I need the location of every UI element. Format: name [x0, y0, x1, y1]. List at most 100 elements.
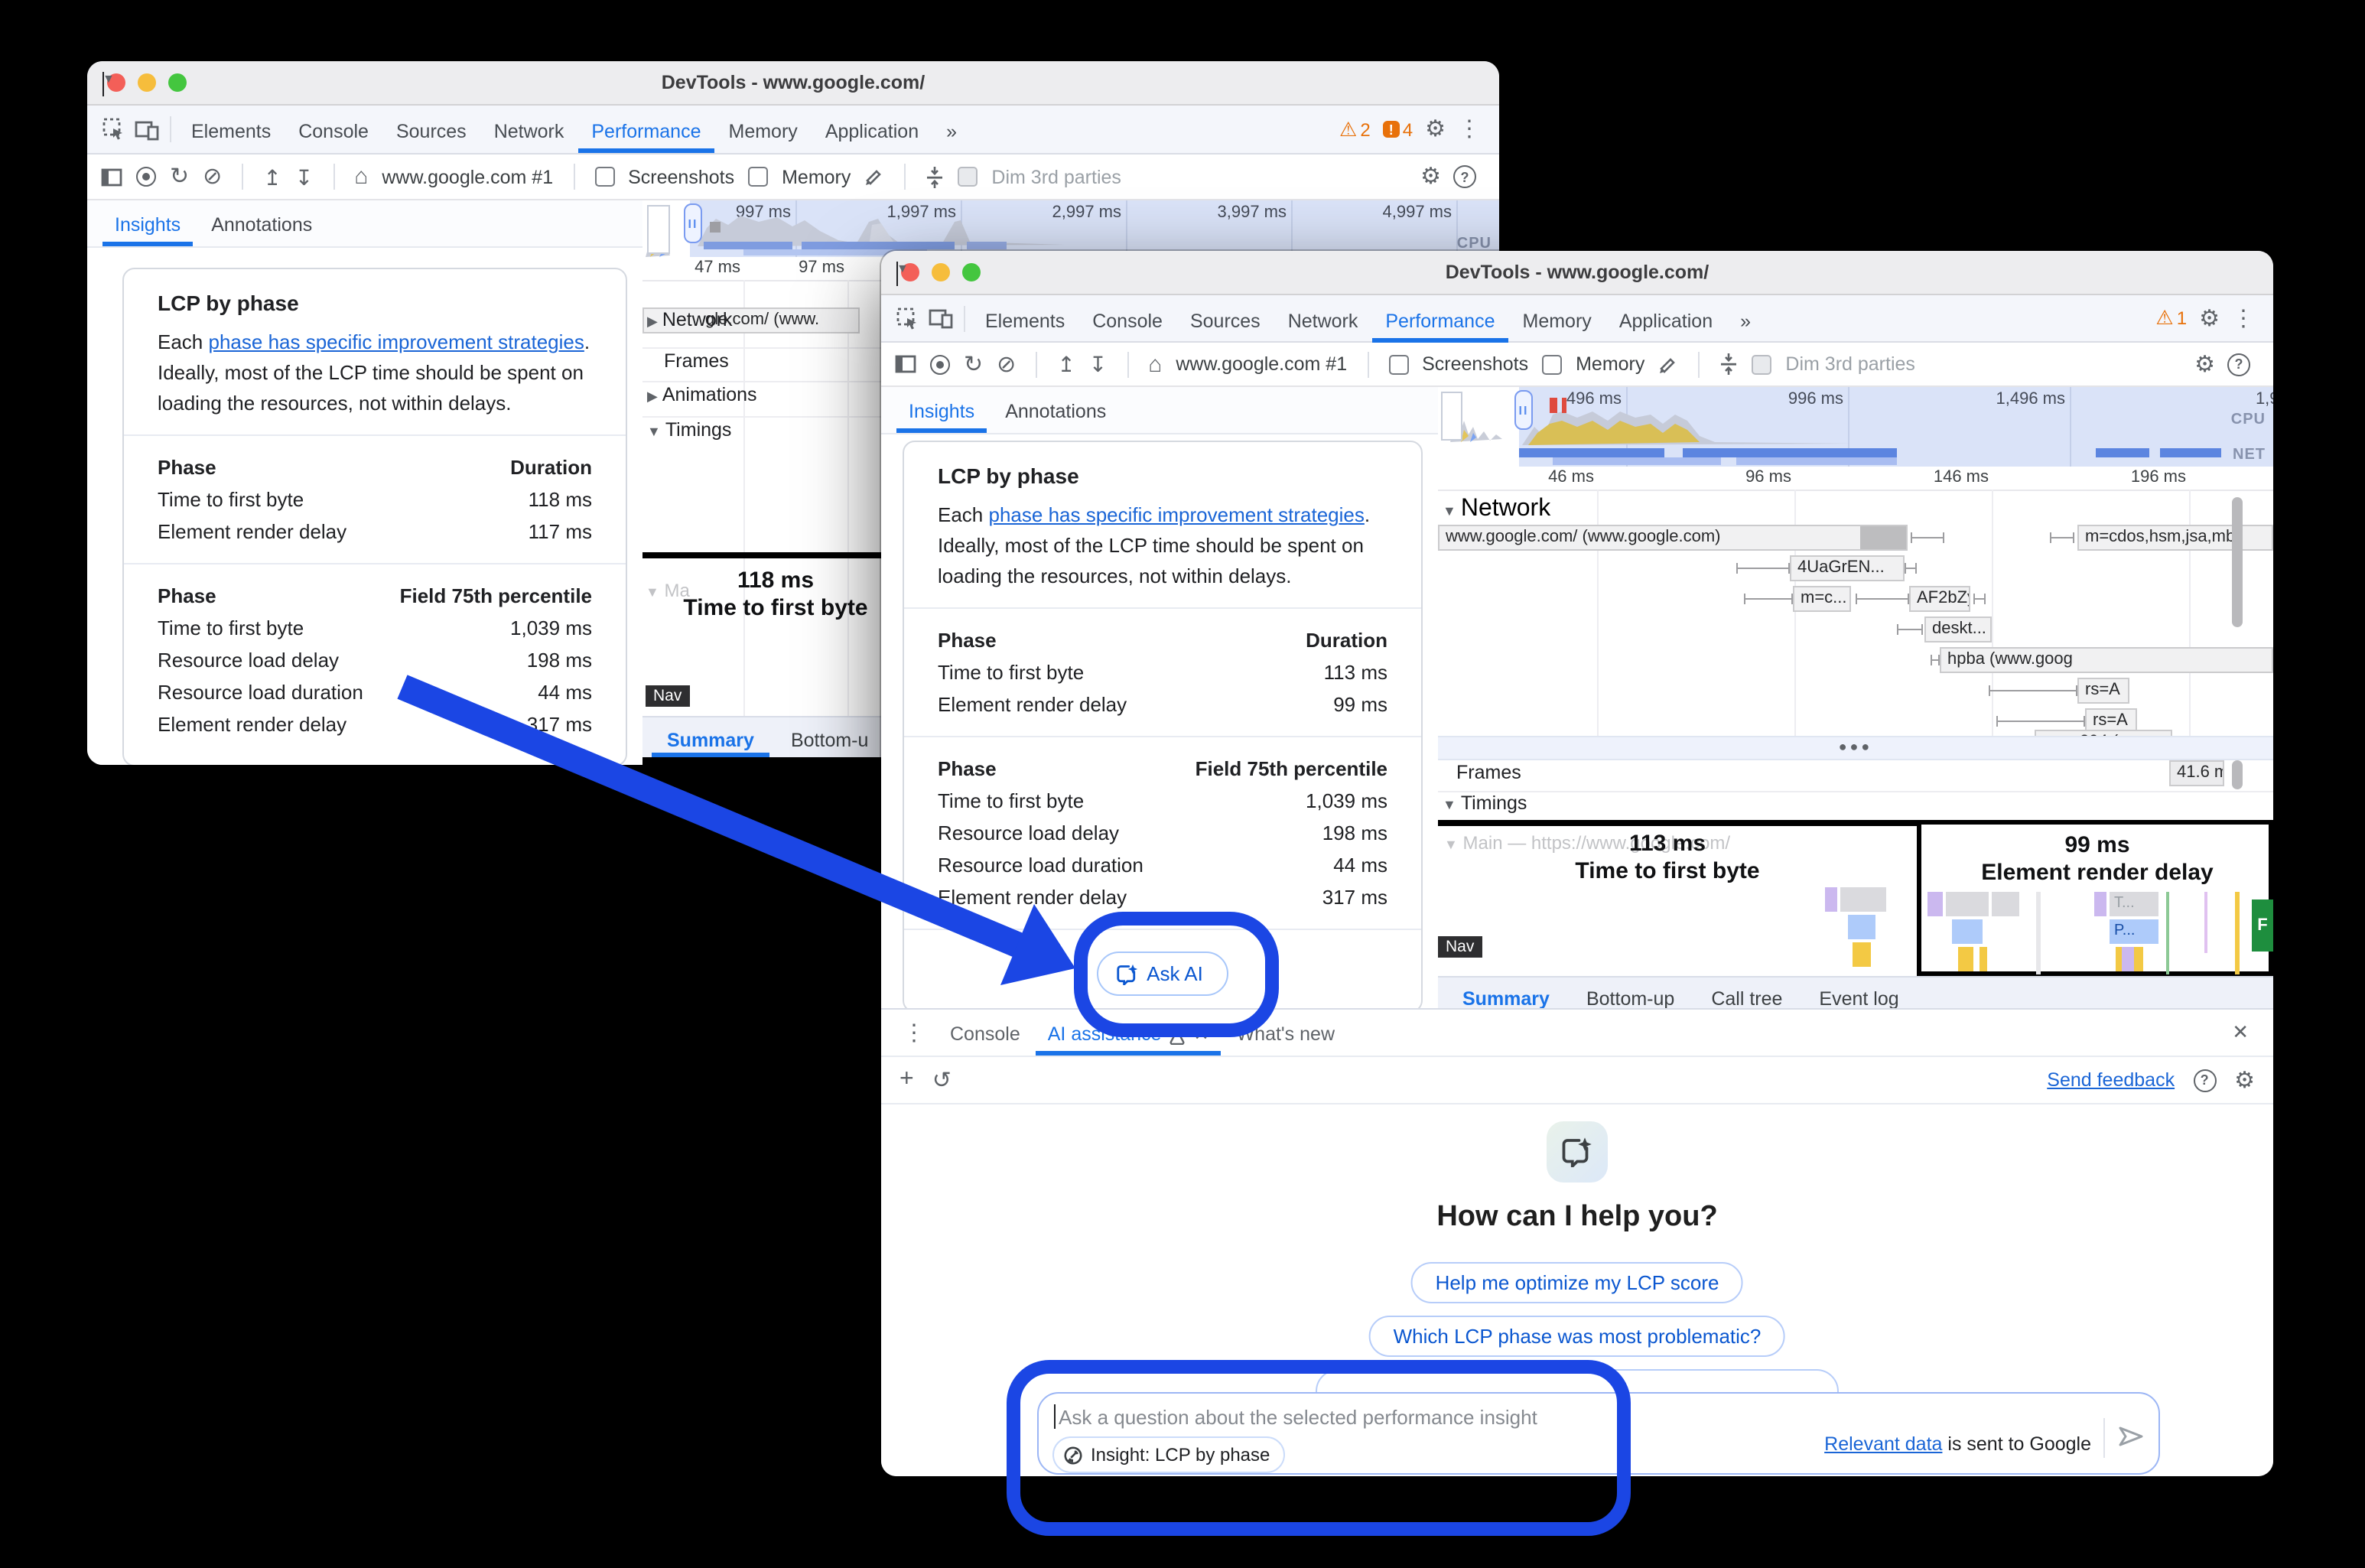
range-handle[interactable]: II: [684, 203, 702, 243]
gc-brush-icon[interactable]: [864, 167, 884, 187]
toggle-sidebar-icon[interactable]: [895, 355, 916, 373]
flame-parse-chip[interactable]: P...: [2110, 919, 2158, 944]
tab-bottom-up[interactable]: Bottom-u: [776, 724, 883, 757]
device-toolbar-icon[interactable]: [130, 112, 164, 146]
zoom-window-button[interactable]: [168, 73, 187, 92]
settings-gear-icon[interactable]: ⚙: [2234, 1069, 2255, 1091]
memory-checkbox[interactable]: [748, 167, 768, 187]
frames-track[interactable]: Frames 41.6 ms: [1438, 757, 2273, 792]
dim-third-parties-checkbox[interactable]: [958, 167, 978, 187]
tab-elements[interactable]: Elements: [971, 299, 1078, 342]
perf-settings-gear-icon[interactable]: ⚙: [1420, 165, 1441, 188]
collapse-tracks-icon[interactable]: [1719, 353, 1738, 375]
network-scrollbar[interactable]: [2232, 497, 2243, 627]
tab-elements[interactable]: Elements: [177, 110, 285, 153]
suggestion-chip[interactable]: Help me optimize my LCP score: [1411, 1262, 1744, 1303]
timeline-overview-strip[interactable]: 997 ms 1,997 ms 2,997 ms 3,997 ms 4,997 …: [642, 200, 1499, 259]
settings-gear-icon[interactable]: ⚙: [1425, 118, 1446, 141]
upload-profile-icon[interactable]: ↥: [1057, 353, 1075, 375]
warnings-badge[interactable]: ⚠2: [1339, 117, 1371, 142]
clear-icon[interactable]: ⊘: [203, 165, 222, 188]
tab-performance[interactable]: Performance: [577, 110, 714, 153]
inspect-icon[interactable]: [890, 301, 924, 335]
kebab-menu-icon[interactable]: ⋮: [2232, 307, 2255, 330]
more-tabs-chevron[interactable]: »: [1726, 299, 1765, 342]
reload-record-icon[interactable]: ↻: [964, 353, 983, 376]
home-icon[interactable]: ⌂: [354, 165, 368, 188]
target-selector[interactable]: www.google.com #1▼: [1176, 353, 1347, 375]
kebab-menu-icon[interactable]: ⋮: [1458, 118, 1481, 141]
send-feedback-link[interactable]: Send feedback: [2047, 1069, 2175, 1091]
ai-input-box[interactable]: Ask a question about the selected perfor…: [1037, 1392, 2160, 1475]
tab-application[interactable]: Application: [812, 110, 932, 153]
perf-settings-gear-icon[interactable]: ⚙: [2194, 353, 2215, 376]
network-request-chip[interactable]: rs=A: [2077, 678, 2129, 704]
drawer-tab-console[interactable]: Console: [938, 1014, 1033, 1056]
drawer-tab-whats-new[interactable]: What's new: [1225, 1014, 1347, 1056]
improvement-strategies-link[interactable]: phase has specific improvement strategie…: [209, 330, 584, 353]
inspect-icon[interactable]: [96, 112, 130, 146]
device-toolbar-icon[interactable]: [924, 301, 958, 335]
tab-annotations[interactable]: Annotations: [199, 205, 324, 246]
close-tab-icon[interactable]: ✕: [1193, 1014, 1209, 1056]
help-icon[interactable]: ?: [2227, 353, 2250, 376]
help-icon[interactable]: ?: [1453, 165, 1476, 188]
network-request-chip[interactable]: deskt...: [1924, 616, 1992, 642]
settings-gear-icon[interactable]: ⚙: [2199, 307, 2220, 330]
new-chat-icon[interactable]: +: [899, 1068, 914, 1092]
tab-network[interactable]: Network: [1274, 299, 1372, 342]
suggestion-chip[interactable]: Which LCP phase was most problematic?: [1369, 1316, 1786, 1357]
tab-sources[interactable]: Sources: [1176, 299, 1274, 342]
record-button[interactable]: [136, 167, 156, 187]
network-track[interactable]: ▼Network www.google.com/ (www.google.com…: [1438, 490, 2273, 736]
tab-memory[interactable]: Memory: [1509, 299, 1605, 342]
download-profile-icon[interactable]: ↧: [1089, 353, 1107, 375]
help-icon[interactable]: ?: [2193, 1069, 2216, 1091]
network-request-chip[interactable]: m=c...: [1793, 586, 1851, 612]
record-button[interactable]: [930, 354, 950, 374]
target-selector[interactable]: www.google.com #1▼: [382, 166, 553, 187]
collapse-tracks-icon[interactable]: [926, 166, 944, 187]
screenshots-checkbox[interactable]: [594, 167, 614, 187]
tab-sources[interactable]: Sources: [382, 110, 480, 153]
tab-insights[interactable]: Insights: [102, 205, 193, 246]
tab-network[interactable]: Network: [480, 110, 578, 153]
flame-task-chip[interactable]: T...: [2110, 892, 2158, 916]
memory-checkbox[interactable]: [1542, 354, 1562, 374]
network-request-chip[interactable]: gen_204 (w...: [2035, 730, 2172, 736]
improvement-strategies-link[interactable]: phase has specific improvement strategie…: [989, 503, 1365, 526]
timeline-overview-strip[interactable]: 496 ms 996 ms 1,496 ms 1,996 II: [1438, 387, 2273, 467]
tab-memory[interactable]: Memory: [715, 110, 812, 153]
main-thread-flame-area[interactable]: ▼ Main — https://www.google.com/ 113 ms …: [1438, 820, 2273, 976]
dim-third-parties-checkbox[interactable]: [1752, 354, 1771, 374]
toggle-sidebar-icon[interactable]: [101, 168, 122, 186]
drawer-menu-icon[interactable]: ⋮: [893, 1021, 935, 1044]
tab-performance[interactable]: Performance: [1371, 299, 1508, 342]
gc-brush-icon[interactable]: [1658, 354, 1678, 374]
network-request-chip[interactable]: hpba (www.goog: [1940, 647, 2273, 673]
lcp-by-phase-card[interactable]: LCP by phase Each phase has specific imp…: [903, 441, 1423, 1013]
tab-annotations[interactable]: Annotations: [993, 392, 1118, 433]
reload-record-icon[interactable]: ↻: [170, 165, 189, 188]
network-request-chip[interactable]: AF2bZyi...: [1909, 586, 1970, 612]
zoom-window-button[interactable]: [962, 263, 981, 281]
clear-icon[interactable]: ⊘: [997, 353, 1016, 376]
tab-summary[interactable]: Summary: [652, 724, 769, 757]
window1-titlebar[interactable]: DevTools - www.google.com/: [87, 61, 1499, 106]
download-profile-icon[interactable]: ↧: [295, 166, 313, 187]
more-tabs-chevron[interactable]: »: [932, 110, 971, 153]
window2-titlebar[interactable]: DevTools - www.google.com/: [881, 251, 2273, 295]
minimize-window-button[interactable]: [932, 263, 950, 281]
warnings-badge[interactable]: ⚠1: [2155, 306, 2187, 330]
relevant-data-link[interactable]: Relevant data: [1824, 1433, 1942, 1455]
insight-context-chip[interactable]: Insight: LCP by phase: [1052, 1436, 1285, 1473]
minimize-window-button[interactable]: [138, 73, 156, 92]
send-icon[interactable]: [2117, 1424, 2145, 1456]
ask-ai-button[interactable]: Ask AI: [1096, 952, 1229, 996]
drawer-tab-ai-assistance[interactable]: AI assistance ✕: [1036, 1014, 1222, 1056]
frames-scrollbar[interactable]: [2232, 760, 2243, 789]
lcp-by-phase-card[interactable]: LCP by phase Each phase has specific imp…: [122, 268, 627, 765]
tab-console[interactable]: Console: [285, 110, 382, 153]
network-request-chip[interactable]: 4UaGrEN...: [1790, 555, 1905, 581]
history-icon[interactable]: ↺: [932, 1069, 952, 1091]
